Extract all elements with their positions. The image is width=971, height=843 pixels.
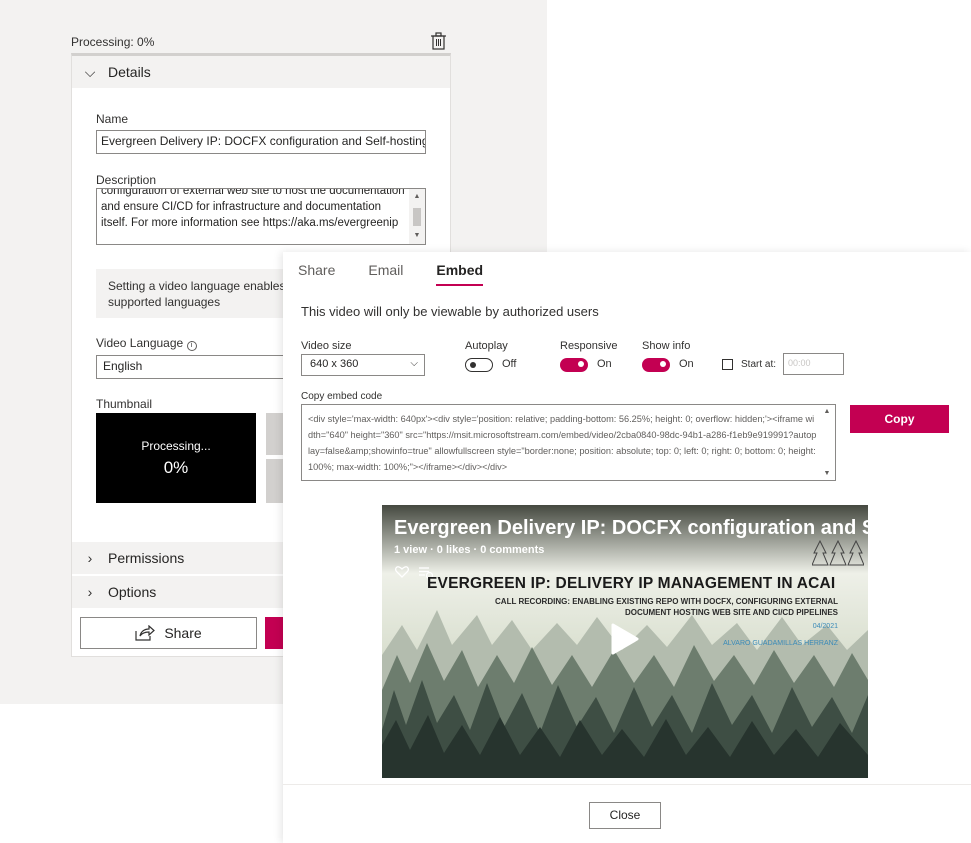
share-button-label: Share — [164, 625, 202, 641]
responsive-toggle[interactable] — [560, 358, 588, 372]
name-label: Name — [96, 112, 129, 126]
authorization-message: This video will only be viewable by auth… — [301, 304, 599, 319]
video-stats: 1 view · 0 likes · 0 comments — [394, 544, 545, 556]
description-label: Description — [96, 173, 157, 187]
video-preview[interactable]: Evergreen Delivery IP: DOCFX configurati… — [382, 505, 868, 778]
thumbnail-label: Thumbnail — [96, 397, 153, 411]
close-button[interactable]: Close — [589, 802, 661, 829]
scroll-up-icon[interactable]: ▲ — [819, 408, 835, 415]
description-text: configuration of external web site to ho… — [101, 188, 405, 229]
tab-share[interactable]: Share — [298, 262, 335, 286]
tree-logo-icon — [812, 539, 864, 566]
chevron-right-icon: › — [87, 584, 93, 600]
description-textarea[interactable]: configuration of external web site to ho… — [96, 188, 426, 245]
embed-code-text: <div style='max-width: 640px'><div style… — [308, 414, 817, 472]
thumbnail-percent: 0% — [163, 458, 189, 477]
toggle-knob — [578, 361, 584, 367]
show-info-toggle[interactable] — [642, 358, 670, 372]
responsive-label: Responsive — [560, 340, 618, 352]
name-input[interactable]: Evergreen Delivery IP: DOCFX configurati… — [96, 130, 426, 154]
slide-date: 04/2021 — [812, 623, 838, 630]
autoplay-toggle[interactable] — [465, 358, 493, 372]
chevron-down-icon: ⌵ — [84, 63, 96, 80]
chevron-down-icon: ⌵ — [410, 358, 418, 369]
options-label: Options — [108, 584, 157, 600]
dialog-divider — [283, 784, 971, 785]
trash-icon[interactable] — [430, 32, 447, 50]
details-label: Details — [108, 64, 151, 80]
slide-subheading: CALL RECORDING: ENABLING EXISTING REPO W… — [418, 596, 838, 618]
start-at-input[interactable]: 00:00 — [783, 353, 844, 375]
show-info-label: Show info — [642, 340, 691, 352]
tab-email[interactable]: Email — [368, 262, 403, 286]
video-language-text: Video Language — [96, 336, 184, 350]
toggle-knob — [660, 361, 666, 367]
processing-status: Processing: 0% — [71, 35, 155, 49]
details-section-header[interactable]: ⌵ Details — [72, 56, 450, 88]
copy-button[interactable]: Copy — [850, 405, 949, 433]
slide-subheading-line: CALL RECORDING: ENABLING EXISTING REPO W… — [495, 597, 838, 606]
video-language-label: Video Language i — [96, 336, 197, 351]
responsive-state: On — [597, 358, 612, 370]
share-tabs: Share Email Embed — [298, 262, 516, 286]
show-info-state: On — [679, 358, 694, 370]
toggle-knob — [470, 361, 476, 368]
permissions-label: Permissions — [108, 550, 185, 566]
video-slide: EVERGREEN IP: DELIVERY IP MANAGEMENT IN … — [407, 539, 864, 775]
embed-dialog: Share Email Embed This video will only b… — [283, 252, 971, 843]
scrollbar-thumb[interactable] — [413, 208, 421, 226]
scroll-down-icon[interactable]: ▼ — [409, 230, 425, 242]
scroll-down-icon[interactable]: ▼ — [819, 470, 835, 477]
share-button[interactable]: Share — [80, 617, 257, 649]
video-title: Evergreen Delivery IP: DOCFX configurati… — [394, 517, 868, 539]
start-at-label: Start at: — [741, 359, 777, 370]
thumbnail-preview[interactable]: Processing... 0% — [96, 413, 256, 503]
video-size-select[interactable]: 640 x 360 ⌵ — [301, 354, 425, 376]
thumbnail-processing-text: Processing... — [141, 439, 211, 453]
slide-heading: EVERGREEN IP: DELIVERY IP MANAGEMENT IN … — [427, 575, 836, 592]
embed-scrollbar[interactable]: ▲ ▼ — [819, 405, 835, 480]
chevron-right-icon: › — [87, 550, 93, 566]
share-icon — [135, 625, 156, 641]
copy-embed-label: Copy embed code — [301, 391, 383, 402]
video-size-value: 640 x 360 — [310, 358, 359, 370]
video-size-label: Video size — [301, 340, 352, 352]
autoplay-state: Off — [502, 358, 517, 370]
description-scrollbar[interactable]: ▲ ▼ — [409, 189, 425, 244]
play-icon[interactable] — [610, 622, 640, 656]
start-at-checkbox[interactable] — [722, 359, 733, 370]
tab-embed[interactable]: Embed — [436, 262, 483, 286]
autoplay-label: Autoplay — [465, 340, 508, 352]
scroll-up-icon[interactable]: ▲ — [409, 191, 425, 203]
slide-subheading-line: DOCUMENT HOSTING WEB SITE AND CI/CD PIPE… — [624, 608, 838, 617]
info-icon[interactable]: i — [186, 341, 197, 351]
embed-code-textarea[interactable]: <div style='max-width: 640px'><div style… — [301, 404, 836, 481]
slide-author: ALVARO GUADAMILLAS HERRANZ — [723, 640, 838, 647]
